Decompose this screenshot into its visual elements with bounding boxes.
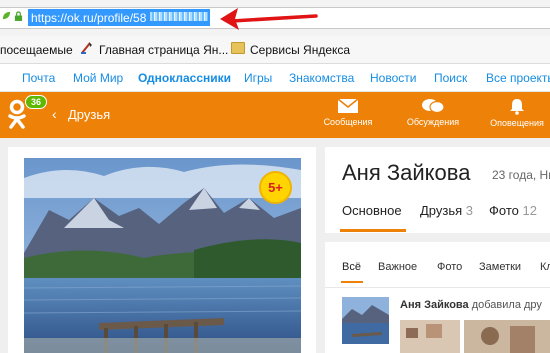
tab-main[interactable]: Основное [342,203,402,218]
chat-bubbles-icon [422,99,445,114]
friend-photos-strip [400,316,550,353]
filter-more[interactable]: Кл [540,261,550,273]
discussions-label: Обсуждения [406,117,460,127]
tab-friends[interactable]: Друзья 3 [420,203,473,218]
bookmark-yandex-services[interactable]: Сервисы Яндекса [250,43,350,57]
profile-age-location: 23 года, Ни [492,168,550,182]
filter-all[interactable]: Всё [342,261,361,273]
portal-nav: Почта Мой Мир Одноклассники Игры Знакомс… [0,64,550,92]
red-arrow-annotation [220,8,318,30]
discussions-button[interactable]: Обсуждения [403,98,463,127]
nav-dating[interactable]: Знакомства [289,71,354,85]
back-to-friends-link[interactable]: Друзья [68,107,110,122]
messages-button[interactable]: Сообщения [318,98,378,127]
url-redacted [150,12,208,21]
nav-mail[interactable]: Почта [22,71,55,85]
profile-name: Аня Зайкова [342,160,471,185]
filter-important[interactable]: Важное [378,261,417,273]
filter-notes[interactable]: Заметки [479,261,521,273]
browser-toolbar: https://ok.ru/profile/58 [0,0,550,36]
feed-divider [325,287,550,288]
filter-photos[interactable]: Фото [437,261,462,273]
envelope-icon [337,98,359,113]
feed-author[interactable]: Аня Зайкова [400,299,469,311]
notifications-label: Оповещения [490,118,544,128]
nav-news[interactable]: Новости [370,71,416,85]
nav-all-projects[interactable]: Все проекты [486,71,550,85]
active-filter-indicator [341,281,363,283]
lock-icon [14,11,23,21]
nav-games[interactable]: Игры [244,71,272,85]
feed-avatar[interactable] [342,297,389,344]
tab-photos-label: Фото [489,203,519,218]
leaf-icon [2,11,11,20]
nav-my-world[interactable]: Мой Мир [73,71,123,85]
feed-action: добавила дру [471,299,542,311]
bell-icon [510,99,524,115]
feed-friend-photos[interactable] [400,316,550,353]
tab-main-label: Основное [342,203,402,218]
bookmark-yandex-main[interactable]: Главная страница Ян... [99,43,228,57]
active-tab-indicator [340,229,406,232]
folder-icon [231,42,245,54]
nav-odnoklassniki[interactable]: Одноклассники [138,71,231,85]
bookmark-visited[interactable]: посещаемые [0,43,73,57]
nav-search[interactable]: Поиск [434,71,467,85]
back-chevron-icon[interactable]: ‹ [52,106,57,122]
tab-friends-count: 3 [465,203,474,218]
tab-friends-label: Друзья [420,203,463,218]
messages-label: Сообщения [323,117,373,127]
tab-photos-count: 12 [522,203,537,218]
feed-item-text: Аня Зайкова добавила дру [400,299,542,311]
feed-avatar-image [342,297,389,344]
notifications-button[interactable]: Оповещения [487,98,547,128]
yandex-word-icon [81,42,92,54]
notification-count-badge: 36 [25,95,48,109]
ok-header: 36 ‹ Друзья Сообщения Обсуждения Оповеще… [0,92,550,138]
age-rating-badge: 5+ [259,171,292,204]
url-text[interactable]: https://ok.ru/profile/58 [31,11,146,25]
tab-photos[interactable]: Фото 12 [489,203,537,218]
